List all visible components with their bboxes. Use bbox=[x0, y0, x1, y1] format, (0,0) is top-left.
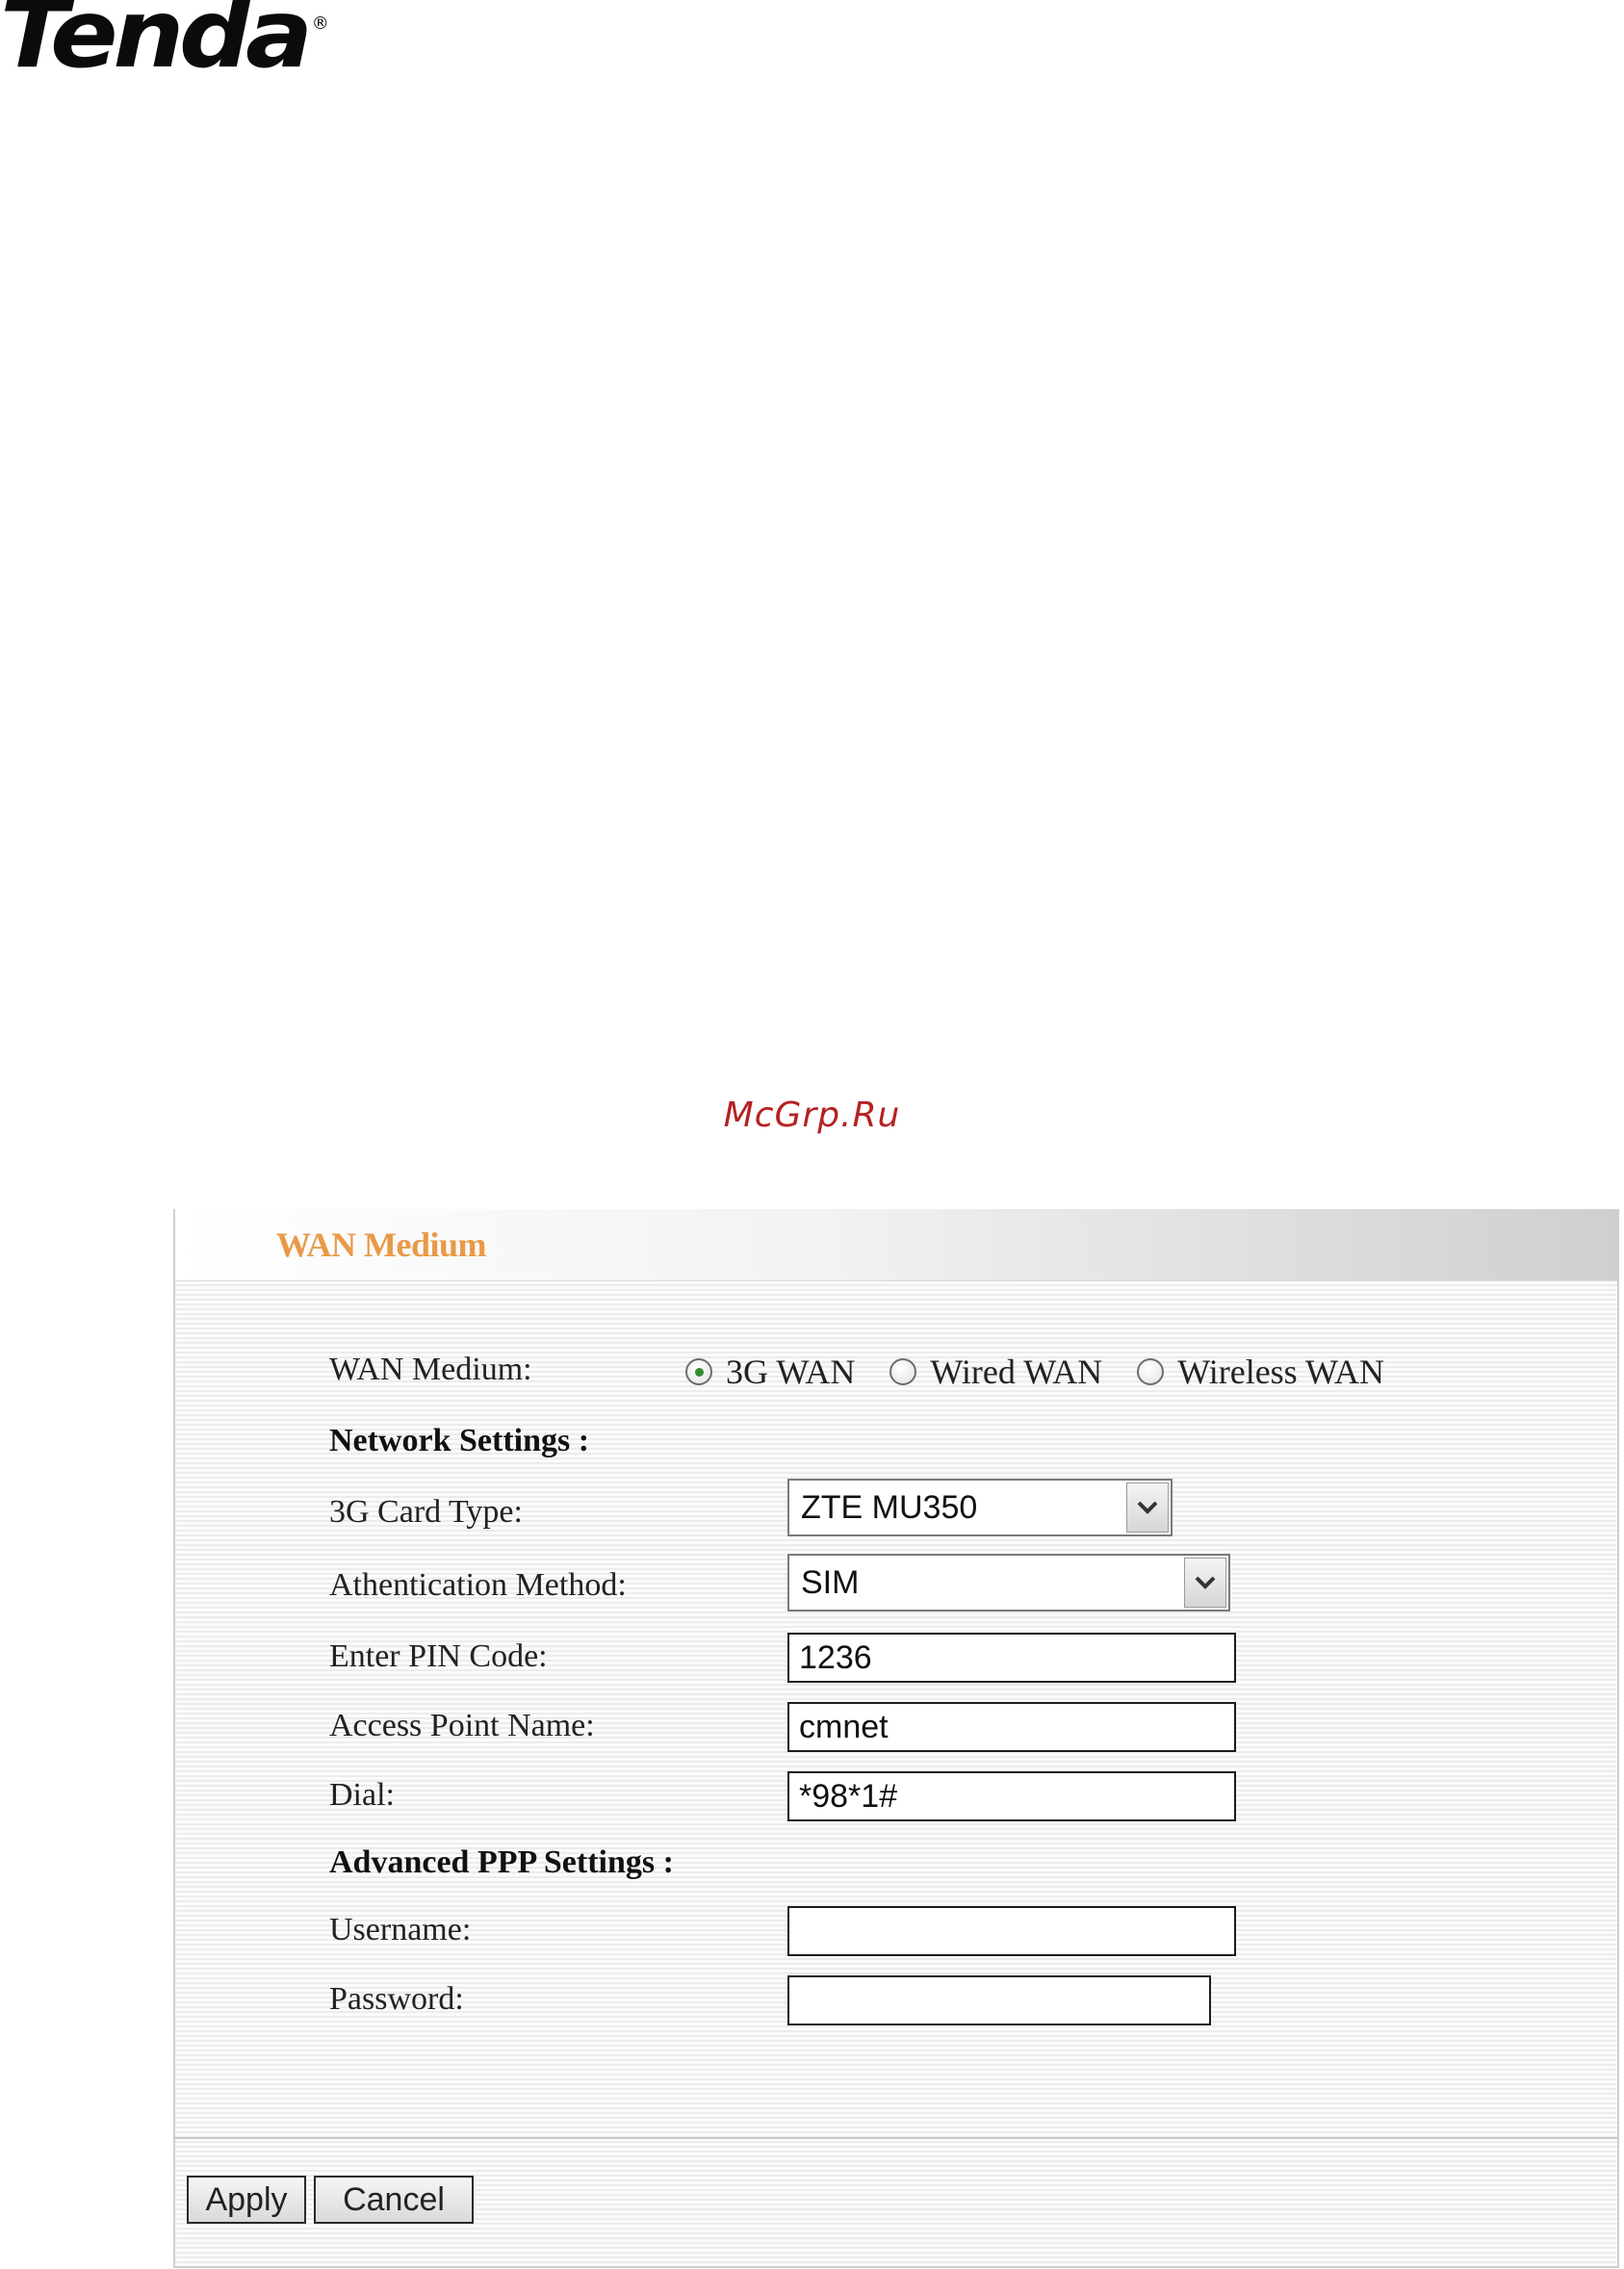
radio-3g-wan-circle[interactable] bbox=[685, 1358, 712, 1385]
cancel-button[interactable]: Cancel bbox=[314, 2176, 474, 2224]
password-label: Password: bbox=[329, 1981, 464, 2017]
advanced-ppp-heading: Advanced PPP Settings : bbox=[329, 1844, 674, 1880]
auth-method-label: Athentication Method: bbox=[329, 1567, 627, 1603]
wan-medium-panel: WAN Medium WAN Medium: 3G WAN Wired WAN … bbox=[173, 1209, 1619, 2268]
auth-method-value: SIM bbox=[801, 1563, 860, 1601]
wan-medium-radio-group: 3G WAN Wired WAN Wireless WAN bbox=[685, 1352, 1419, 1392]
card-type-label: 3G Card Type: bbox=[329, 1494, 523, 1530]
username-input[interactable] bbox=[787, 1906, 1236, 1956]
radio-3g-wan-label: 3G WAN bbox=[726, 1353, 856, 1391]
auth-method-dropdown-arrow[interactable] bbox=[1184, 1558, 1226, 1608]
registered-mark: ® bbox=[311, 13, 329, 34]
wan-medium-label: WAN Medium: bbox=[329, 1352, 532, 1387]
radio-wired-wan[interactable]: Wired WAN bbox=[889, 1352, 1102, 1392]
radio-3g-wan[interactable]: 3G WAN bbox=[685, 1352, 855, 1392]
card-type-select[interactable]: ZTE MU350 bbox=[787, 1479, 1173, 1536]
watermark: McGrp.Ru bbox=[723, 1096, 901, 1135]
radio-wired-wan-circle[interactable] bbox=[889, 1358, 917, 1385]
password-input[interactable] bbox=[787, 1975, 1211, 2025]
footer-divider bbox=[175, 2137, 1617, 2139]
panel-header: WAN Medium bbox=[175, 1209, 1617, 1281]
apply-button[interactable]: Apply bbox=[187, 2176, 306, 2224]
apn-input[interactable] bbox=[787, 1702, 1236, 1752]
network-settings-heading: Network Settings : bbox=[329, 1423, 590, 1458]
radio-wireless-wan-circle[interactable] bbox=[1137, 1358, 1165, 1385]
panel-title: WAN Medium bbox=[276, 1225, 487, 1264]
card-type-value: ZTE MU350 bbox=[801, 1488, 978, 1526]
pin-code-input[interactable] bbox=[787, 1633, 1236, 1683]
username-label: Username: bbox=[329, 1912, 472, 1947]
radio-wireless-wan[interactable]: Wireless WAN bbox=[1137, 1352, 1384, 1392]
chevron-down-icon bbox=[1137, 1501, 1158, 1514]
apn-label: Access Point Name: bbox=[329, 1708, 595, 1743]
radio-wired-wan-label: Wired WAN bbox=[930, 1353, 1103, 1391]
pin-code-label: Enter PIN Code: bbox=[329, 1638, 548, 1674]
card-type-dropdown-arrow[interactable] bbox=[1126, 1483, 1169, 1533]
chevron-down-icon bbox=[1195, 1576, 1216, 1589]
tenda-logo: Tenda ® bbox=[0, 0, 329, 90]
logo-text: Tenda bbox=[0, 0, 313, 90]
dial-input[interactable] bbox=[787, 1771, 1236, 1821]
dial-label: Dial: bbox=[329, 1777, 395, 1813]
auth-method-select[interactable]: SIM bbox=[787, 1554, 1230, 1612]
radio-wireless-wan-label: Wireless WAN bbox=[1177, 1353, 1385, 1391]
